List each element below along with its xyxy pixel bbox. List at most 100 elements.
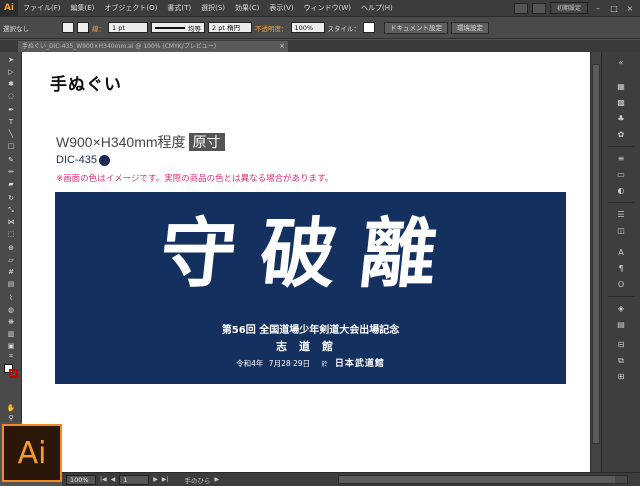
graphic-styles-panel-icon[interactable]: ◫	[614, 226, 628, 236]
appearance-panel-icon[interactable]: ☰	[614, 210, 628, 220]
hand-icon[interactable]: ✋	[5, 404, 17, 413]
canvas-area[interactable]: 手ぬぐい W900×H340mm程度 原寸 DIC-435 ※画面の色はイメージ…	[22, 52, 601, 472]
character-panel-icon[interactable]: A	[614, 248, 628, 258]
stroke-panel-icon[interactable]: ≡	[614, 154, 628, 164]
line-icon[interactable]: ╲	[5, 130, 17, 139]
transform-panel-icon[interactable]: ⊞	[614, 372, 628, 382]
artboard-number-field[interactable]: 1	[119, 474, 150, 485]
stroke-profile-select[interactable]: 均等	[151, 22, 205, 33]
menu-view[interactable]: 表示(V)	[264, 3, 298, 13]
menu-help[interactable]: ヘルプ(H)	[356, 3, 398, 13]
slice-icon[interactable]: ⌗	[5, 352, 17, 361]
fill-swatch[interactable]	[62, 22, 74, 33]
stroke-color-box[interactable]	[9, 369, 18, 378]
stroke-weight-field[interactable]: 1 pt	[108, 22, 148, 33]
pathfinder-panel-icon[interactable]: ⧉	[614, 356, 628, 366]
artboard-icon[interactable]: ▣	[5, 342, 17, 351]
color-panel-icon[interactable]: ▦	[614, 82, 628, 92]
free-transform-icon[interactable]: ⬚	[5, 230, 17, 239]
mesh-icon[interactable]: #	[5, 268, 17, 277]
lasso-icon[interactable]: ◌	[5, 92, 17, 101]
horizontal-scroll-thumb[interactable]	[339, 476, 615, 483]
next-artboard-icon[interactable]: ▶	[153, 476, 158, 483]
opacity-field[interactable]: 100%	[290, 22, 325, 33]
tab-close-icon[interactable]: ×	[279, 41, 285, 52]
maximize-button[interactable]: □	[608, 3, 620, 14]
graph-icon[interactable]: ▥	[5, 330, 17, 339]
menu-file[interactable]: ファイル(F)	[18, 3, 66, 13]
direct-selection-icon[interactable]: ▷	[5, 68, 17, 77]
menu-edit[interactable]: 編集(E)	[66, 3, 100, 13]
type-icon[interactable]: T	[5, 118, 17, 127]
pencil-icon[interactable]: ✏	[5, 168, 17, 177]
close-button[interactable]: ×	[624, 3, 636, 14]
shape-builder-icon[interactable]: ⊕	[5, 244, 17, 253]
magic-wand-icon[interactable]: ✱	[5, 80, 17, 89]
arrange-documents-icon[interactable]	[531, 2, 546, 14]
pen-icon[interactable]: ✒	[5, 106, 17, 115]
layers-panel-icon[interactable]: ◈	[614, 304, 628, 314]
paragraph-panel-icon[interactable]: ¶	[614, 264, 628, 274]
preferences-button[interactable]: 環境設定	[451, 21, 489, 34]
actual-size-badge: 原寸	[188, 133, 225, 151]
paintbrush-icon[interactable]: ✎	[5, 156, 17, 165]
gradient-icon[interactable]: ▤	[5, 280, 17, 289]
stroke-label[interactable]: 線：	[92, 23, 105, 33]
tenugui-design[interactable]: 守破離 第56回 全国道場少年剣道大会出場記念 志道館 令和4年 7月28·29…	[55, 192, 566, 384]
zoom-level-field[interactable]: 100%	[66, 474, 96, 485]
width-icon[interactable]: ⋈	[5, 218, 17, 227]
artboards-panel-icon[interactable]: ▤	[614, 320, 628, 330]
dic-code: DIC-435	[56, 154, 97, 166]
opentype-panel-icon[interactable]: O	[614, 280, 628, 290]
opacity-label[interactable]: 不透明度：	[255, 23, 288, 33]
document-setup-button[interactable]: ドキュメント設定	[384, 21, 448, 34]
menu-object[interactable]: オブジェクト(O)	[99, 3, 162, 13]
artboard[interactable]: 手ぬぐい W900×H340mm程度 原寸 DIC-435 ※画面の色はイメージ…	[22, 52, 601, 472]
scale-icon[interactable]: ⤡	[5, 206, 17, 215]
bridge-icon[interactable]	[513, 2, 528, 14]
align-panel-icon[interactable]: ⊟	[614, 340, 628, 350]
gradient-panel-icon[interactable]: ▭	[614, 170, 628, 180]
document-tab[interactable]: 手ぬぐい_DIC-435_W900×H340mm.ai @ 100% (CMYK…	[18, 41, 288, 52]
menu-window[interactable]: ウィンドウ(W)	[299, 3, 356, 13]
current-tool-status: 手のひら	[184, 476, 211, 485]
symbol-sprayer-icon[interactable]: ❋	[5, 318, 17, 327]
first-artboard-icon[interactable]: |◀	[100, 476, 107, 483]
horizontal-scrollbar[interactable]	[338, 475, 628, 484]
color-code-line: DIC-435	[56, 154, 110, 166]
rotate-icon[interactable]: ↻	[5, 194, 17, 203]
fill-stroke-indicator[interactable]	[4, 364, 18, 378]
eyedropper-icon[interactable]: ⌇	[5, 294, 17, 303]
brush-select[interactable]: 2 pt 楕円	[208, 22, 252, 33]
venue-name: 日本武道館	[334, 359, 385, 369]
previous-artboard-icon[interactable]: ◀	[111, 476, 116, 483]
vertical-scroll-thumb[interactable]	[592, 64, 600, 444]
swatches-panel-icon[interactable]: ▩	[614, 98, 628, 108]
dock-divider	[608, 146, 635, 147]
collapse-panels-icon[interactable]: «	[614, 58, 628, 68]
menu-select[interactable]: 選択(S)	[196, 3, 230, 13]
workspace-switcher[interactable]: 初期設定	[549, 2, 588, 14]
eraser-icon[interactable]: ▰	[5, 180, 17, 189]
vertical-scrollbar[interactable]	[590, 52, 601, 472]
illustrator-app-icon: Ai	[2, 424, 62, 482]
stroke-swatch[interactable]	[77, 22, 89, 33]
blend-icon[interactable]: ◍	[5, 306, 17, 315]
app-logo: Ai	[0, 0, 18, 17]
menu-effect[interactable]: 効果(C)	[230, 3, 264, 13]
status-menu-icon[interactable]: ▶	[215, 476, 220, 483]
selection-icon[interactable]: ➤	[5, 56, 17, 65]
style-swatch[interactable]	[363, 22, 375, 33]
zoom-icon[interactable]: ⚲	[5, 414, 17, 423]
perspective-icon[interactable]: ▱	[5, 256, 17, 265]
brushes-panel-icon[interactable]: ♣	[614, 114, 628, 124]
symbols-panel-icon[interactable]: ✿	[614, 130, 628, 140]
last-artboard-icon[interactable]: ▶|	[162, 476, 169, 483]
minimize-button[interactable]: –	[592, 3, 604, 14]
menu-type[interactable]: 書式(T)	[162, 3, 196, 13]
document-tab-bar: 手ぬぐい_DIC-435_W900×H340mm.ai @ 100% (CMYK…	[0, 40, 640, 52]
date-venue-line: 令和4年 7月28·29日 於 日本武道館	[55, 356, 566, 369]
tools-panel: ➤ ▷ ✱ ◌ ✒ T ╲ □ ✎ ✏ ▰ ↻ ⤡ ⋈ ⬚ ⊕ ▱ # ▤ ⌇ …	[0, 52, 22, 422]
transparency-panel-icon[interactable]: ◐	[614, 186, 628, 196]
rectangle-icon[interactable]: □	[5, 142, 17, 151]
